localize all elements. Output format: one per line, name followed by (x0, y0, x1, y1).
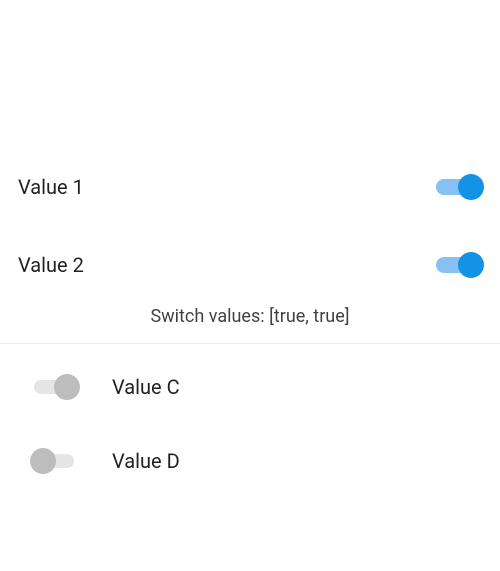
switch-label: Value 1 (18, 175, 84, 199)
switch-row-value-1: Value 1 (0, 148, 500, 226)
switch-toggle-value-d[interactable] (30, 446, 82, 476)
switch-thumb-icon (30, 448, 56, 474)
switch-toggle-value-2[interactable] (436, 251, 482, 279)
switch-label: Value C (112, 375, 180, 399)
switch-toggle-value-c[interactable] (30, 372, 82, 402)
switch-row-value-2: Value 2 (0, 226, 500, 304)
switch-thumb-icon (458, 252, 484, 278)
switch-toggle-value-1[interactable] (436, 173, 482, 201)
switch-thumb-icon (54, 374, 80, 400)
switch-label: Value D (112, 449, 180, 473)
switch-row-value-c: Value C (0, 350, 500, 424)
switch-label: Value 2 (18, 253, 84, 277)
status-text: Switch values: [true, true] (0, 304, 500, 343)
switch-row-value-d: Value D (0, 424, 500, 498)
switch-thumb-icon (458, 174, 484, 200)
